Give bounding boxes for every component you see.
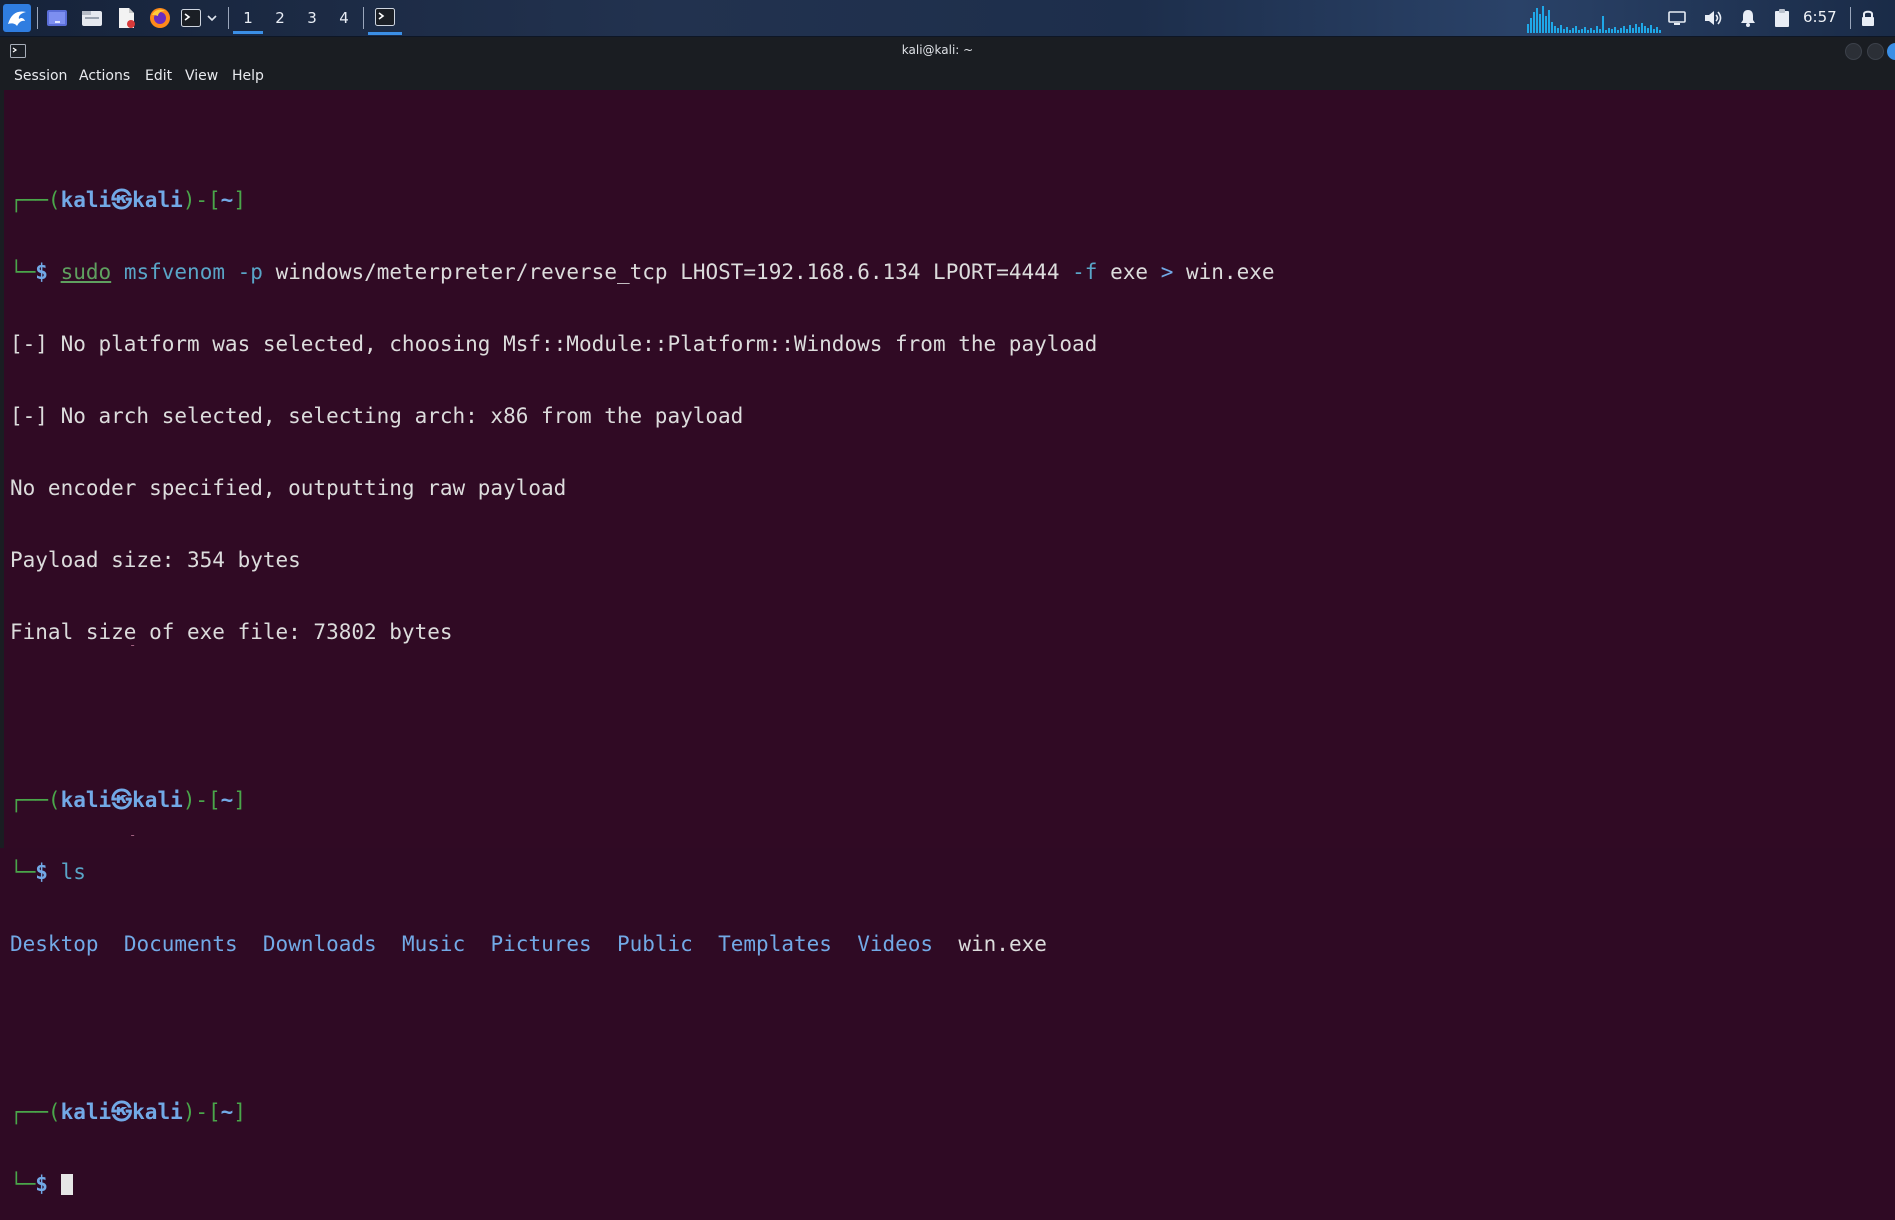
close-button[interactable] [1887,43,1895,60]
command-line: └─$ [10,1172,1275,1196]
window-title: kali@kali: ~ [901,43,974,57]
stray-mark: - [129,828,137,842]
minimize-button[interactable] [1845,43,1862,60]
ls-output: Desktop Documents Downloads Music Pictur… [10,932,1275,956]
menu-help[interactable]: Help [232,68,264,84]
dropdown-chevron-icon[interactable] [204,5,220,31]
maximize-button[interactable] [1867,43,1884,60]
ls-file-win-exe: win.exe [958,932,1047,956]
firefox-icon[interactable] [148,5,172,31]
file-manager-icon[interactable] [80,5,104,31]
window-titlebar[interactable]: kali@kali: ~ [0,37,1895,65]
panel-clock[interactable]: 6:57 [1803,8,1837,26]
output-line: [-] No platform was selected, choosing M… [10,332,1098,356]
menu-actions[interactable]: Actions [79,68,130,84]
prompt-line: ┌──(kali㉿kali)-[~] [10,188,246,212]
lock-icon[interactable] [1857,5,1879,31]
output-line: Final size of exe file: 73802 bytes [10,620,453,644]
command-line: └─$ sudo msfvenom -p windows/meterpreter… [10,260,1275,284]
terminal-task-button[interactable] [368,2,402,35]
volume-icon[interactable] [1702,5,1724,31]
ls-dir-templates: Templates [718,932,832,956]
ls-dir-desktop: Desktop [10,932,99,956]
ls-dir-videos: Videos [857,932,934,956]
top-panel: 1 2 3 4 6:57 [0,0,1895,37]
terminal-task-icon [375,8,395,26]
notification-bell-icon[interactable] [1737,5,1759,31]
audio-visualizer [1527,6,1661,33]
prompt-line: ┌──(kali㉿kali)-[~] [10,788,246,812]
menu-view[interactable]: View [185,68,218,84]
panel-separator [363,7,364,29]
stray-mark: - [129,638,137,652]
output-line: Payload size: 354 bytes [10,548,301,572]
menu-edit[interactable]: Edit [145,68,172,84]
workspace-1[interactable]: 1 [233,4,263,34]
kali-menu-icon[interactable] [3,3,31,33]
terminal-icon[interactable] [180,5,202,31]
ls-dir-pictures: Pictures [490,932,592,956]
show-desktop-icon[interactable] [45,5,69,31]
panel-separator [228,7,229,29]
output-line: [-] No arch selected, selecting arch: x8… [10,404,744,428]
text-cursor [60,1174,73,1195]
display-icon[interactable] [1666,5,1688,31]
text-editor-icon[interactable] [114,5,138,31]
command-line: └─$ ls [10,860,86,884]
clipboard-icon[interactable] [1771,5,1793,31]
menu-session[interactable]: Session [14,68,67,84]
panel-separator [1850,7,1851,29]
panel-separator [37,7,38,29]
ls-dir-music: Music [402,932,466,956]
output-line: No encoder specified, outputting raw pay… [10,476,567,500]
menu-bar: Session Actions Edit View Help [0,65,1895,90]
workspace-3[interactable]: 3 [297,4,327,32]
terminal-output[interactable]: ┌──(kali㉿kali)-[~] └─$ sudo msfvenom -p … [10,116,1275,1220]
ls-dir-downloads: Downloads [262,932,377,956]
workspace-2[interactable]: 2 [265,4,295,32]
prompt-line: ┌──(kali㉿kali)-[~] [10,1100,246,1124]
ls-dir-public: Public [616,932,693,956]
workspace-4[interactable]: 4 [329,4,359,32]
ls-dir-documents: Documents [123,932,238,956]
